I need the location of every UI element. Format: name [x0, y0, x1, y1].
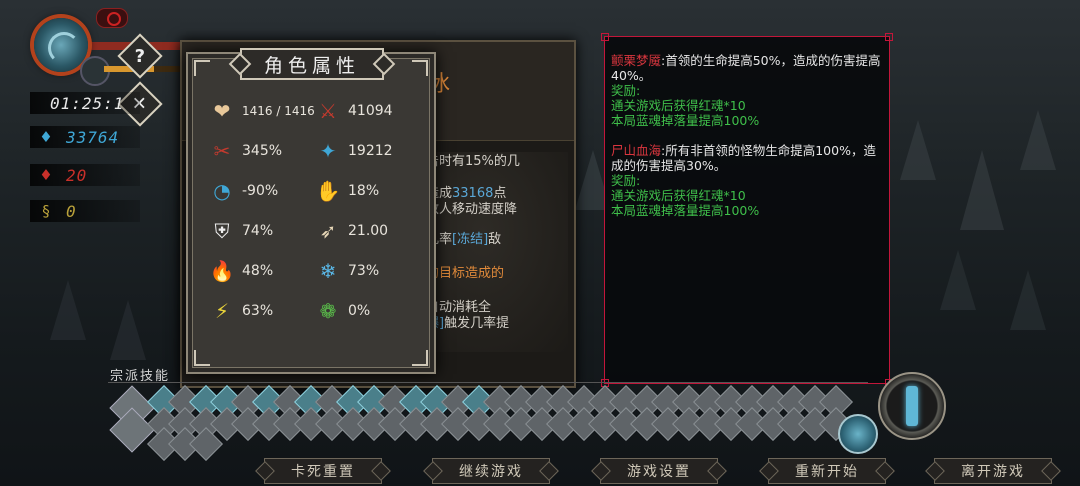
- modifier-name: 尸山血海: [611, 143, 662, 158]
- stat-row: ➶ 21.00: [316, 216, 388, 246]
- skill-desc-line: 敌人移动速度降: [426, 198, 517, 217]
- skill-desc-highlight: [冻结]: [452, 232, 489, 247]
- player-portrait-orb: [34, 18, 88, 72]
- stat-row: ✂ 345%: [210, 136, 282, 166]
- heart-icon: ❤: [213, 99, 231, 123]
- stat-value: 41094: [348, 103, 393, 119]
- stat-row: ✦ 19212: [316, 136, 393, 166]
- defense-icon: ⛨: [214, 219, 230, 243]
- stat-row: ❄ 73%: [316, 256, 380, 286]
- stat-value: 73%: [348, 263, 380, 279]
- lightning-icon: ⚡: [214, 299, 230, 323]
- reward-label: 奖励:: [611, 173, 641, 188]
- skill-desc-text: 敌人移动速度降: [426, 202, 518, 217]
- cooldown-icon: ◔: [213, 179, 231, 203]
- gold-row: § 0: [38, 200, 77, 222]
- stat-row: ⚔ 41094: [316, 96, 393, 126]
- fire-icon: 🔥: [209, 259, 235, 283]
- skill-desc-line: 的目标造成的: [426, 262, 504, 281]
- stat-value: 345%: [242, 143, 283, 159]
- stat-row: ◔ -90%: [210, 176, 278, 206]
- sect-skill-grid: [109, 385, 853, 461]
- weapon-blade-icon: [906, 386, 918, 426]
- modifier-name: 颤栗梦魇: [611, 53, 662, 68]
- attack-icon: ⚔: [319, 99, 337, 123]
- red-soul-count: 20: [66, 165, 88, 185]
- stat-value: 18%: [348, 183, 380, 199]
- red-flame-icon: ♦: [39, 166, 53, 184]
- attributes-title-plate: 角色属性: [240, 48, 384, 80]
- modifier-block: 尸山血海:所有非首领的怪物生命提高100%，造成的伤害提高30%。 奖励: 通关…: [611, 143, 883, 218]
- skill-desc-text: 击时有15%的几: [426, 154, 520, 169]
- stat-row: ❤ 1416 / 1416: [210, 96, 315, 126]
- stat-value: 21.00: [348, 223, 389, 239]
- panel-corner: [412, 350, 428, 366]
- reward-label: 奖励:: [611, 83, 641, 98]
- game-settings-button[interactable]: 游戏设置: [600, 458, 718, 484]
- skill-desc-line: 几率[冻结]敌: [426, 228, 501, 247]
- panel-corner: [194, 350, 210, 366]
- red-soul-row: ♦ 20: [38, 164, 87, 186]
- blue-soul-row: ♦ 33764: [38, 126, 119, 148]
- blue-flame-icon: ♦: [39, 128, 53, 146]
- poison-icon: ❁: [319, 299, 337, 323]
- panel-corner-marker: [885, 33, 893, 41]
- blue-soul-count: 33764: [66, 127, 120, 147]
- restart-button[interactable]: 重新开始: [768, 458, 886, 484]
- reward-item: 本局蓝魂掉落量提高100%: [611, 203, 760, 218]
- reward-item: 通关游戏后获得红魂*10: [611, 188, 746, 203]
- help-icon: ?: [134, 45, 146, 67]
- skill-desc-line: 击时有15%的几: [426, 150, 520, 169]
- character-attributes-panel: 角色属性 ❤ 1416 / 1416 ⚔ 41094 ✂ 345% ✦ 19212 ◔ -90% ✋…: [186, 48, 436, 374]
- gold-count: 0: [66, 201, 77, 221]
- stat-value: 19212: [348, 143, 393, 159]
- stat-value: 1416 / 1416: [242, 104, 315, 118]
- panel-corner-marker: [601, 33, 609, 41]
- leave-game-button[interactable]: 离开游戏: [934, 458, 1052, 484]
- modifier-block: 颤栗梦魇:首领的生命提高50%，造成的伤害提高40%。 奖励: 通关游戏后获得红…: [611, 53, 883, 128]
- skill-desc-text: 触发几率提: [444, 316, 510, 331]
- ice-icon: ❄: [319, 259, 337, 283]
- panel-corner: [194, 60, 210, 76]
- stat-row: 🔥 48%: [209, 256, 274, 286]
- timer-row: 01:25:1: [50, 92, 124, 114]
- stat-row: ⚡ 63%: [210, 296, 273, 326]
- stat-row: ❁ 0%: [316, 296, 371, 326]
- skillbar-divider: [108, 382, 868, 383]
- stat-value: 74%: [242, 223, 274, 239]
- reward-item: 本局蓝魂掉落量提高100%: [611, 113, 760, 128]
- attributes-title: 角色属性: [263, 54, 360, 77]
- swirl-skill-icon[interactable]: [838, 414, 878, 454]
- crit-rate-icon: ✂: [213, 139, 231, 163]
- weapon-slot[interactable]: [878, 372, 946, 440]
- stat-value: -90%: [242, 183, 279, 199]
- stat-row: ✋ 18%: [315, 176, 380, 206]
- skill-desc-text: 敌: [488, 232, 502, 247]
- reward-item: 通关游戏后获得红魂*10: [611, 98, 746, 113]
- stuck-reset-button[interactable]: 卡死重置: [264, 458, 382, 484]
- difficulty-modifiers-panel: 颤栗梦魇:首领的生命提高50%，造成的伤害提高40%。 奖励: 通关游戏后获得红…: [601, 33, 893, 387]
- skill-desc-highlight: 的目标造成的: [426, 266, 505, 281]
- game-timer: 01:25:1: [50, 93, 125, 113]
- panel-corner: [412, 60, 428, 76]
- speed-icon: ➶: [319, 219, 337, 243]
- stat-value: 63%: [242, 303, 274, 319]
- continue-game-button[interactable]: 继续游戏: [432, 458, 550, 484]
- stat-row: ⛨ 74%: [210, 216, 274, 246]
- red-soul-badge-icon: [96, 8, 128, 28]
- dodge-icon: ✋: [315, 179, 341, 203]
- stat-value: 48%: [242, 263, 274, 279]
- gold-swirl-icon: §: [42, 202, 50, 220]
- stat-value: 0%: [348, 303, 371, 319]
- crit-damage-icon: ✦: [319, 139, 337, 163]
- player-hud: ? ✕ 01:25:1 ♦ 33764 ♦ 20 § 0: [0, 0, 200, 240]
